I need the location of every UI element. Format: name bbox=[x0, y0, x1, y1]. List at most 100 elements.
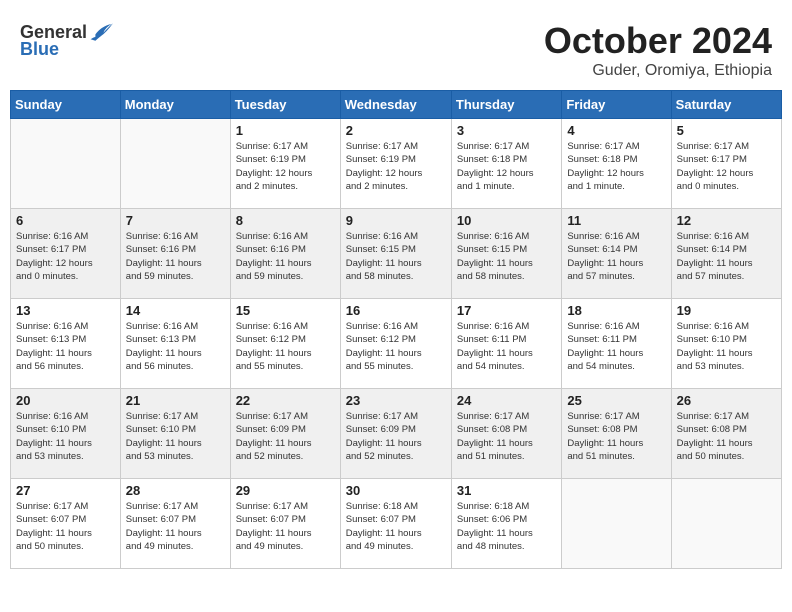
day-info: Sunrise: 6:16 AM Sunset: 6:10 PM Dayligh… bbox=[16, 410, 115, 463]
day-number: 26 bbox=[677, 393, 776, 408]
calendar-cell: 9 Sunrise: 6:16 AM Sunset: 6:15 PM Daylig… bbox=[340, 209, 451, 299]
day-number: 11 bbox=[567, 213, 665, 228]
day-number: 10 bbox=[457, 213, 556, 228]
day-info: Sunrise: 6:17 AM Sunset: 6:10 PM Dayligh… bbox=[126, 410, 225, 463]
week-row-3: 13 Sunrise: 6:16 AM Sunset: 6:13 PM Dayli… bbox=[11, 299, 782, 389]
calendar-cell bbox=[562, 479, 671, 569]
day-info: Sunrise: 6:17 AM Sunset: 6:07 PM Dayligh… bbox=[16, 500, 115, 553]
calendar-cell: 12 Sunrise: 6:16 AM Sunset: 6:14 PM Dayli… bbox=[671, 209, 781, 299]
weekday-header-monday: Monday bbox=[120, 91, 230, 119]
logo: General Blue bbox=[20, 20, 113, 60]
calendar-cell: 3Sunrise: 6:17 AM Sunset: 6:18 PM Daylig… bbox=[451, 119, 561, 209]
day-info: Sunrise: 6:16 AM Sunset: 6:17 PM Dayligh… bbox=[16, 230, 115, 283]
calendar-cell: 2Sunrise: 6:17 AM Sunset: 6:19 PM Daylig… bbox=[340, 119, 451, 209]
calendar-cell: 17 Sunrise: 6:16 AM Sunset: 6:11 PM Dayli… bbox=[451, 299, 561, 389]
calendar-cell: 11 Sunrise: 6:16 AM Sunset: 6:14 PM Dayli… bbox=[562, 209, 671, 299]
calendar-cell: 14 Sunrise: 6:16 AM Sunset: 6:13 PM Dayli… bbox=[120, 299, 230, 389]
day-info: Sunrise: 6:17 AM Sunset: 6:08 PM Dayligh… bbox=[567, 410, 665, 463]
day-info: Sunrise: 6:16 AM Sunset: 6:14 PM Dayligh… bbox=[677, 230, 776, 283]
day-number: 4 bbox=[567, 123, 665, 138]
day-info: Sunrise: 6:16 AM Sunset: 6:12 PM Dayligh… bbox=[346, 320, 446, 373]
day-info: Sunrise: 6:17 AM Sunset: 6:19 PM Dayligh… bbox=[346, 140, 446, 193]
day-number: 27 bbox=[16, 483, 115, 498]
day-info: Sunrise: 6:16 AM Sunset: 6:10 PM Dayligh… bbox=[677, 320, 776, 373]
calendar-cell: 26 Sunrise: 6:17 AM Sunset: 6:08 PM Dayli… bbox=[671, 389, 781, 479]
calendar-cell: 1 Sunrise: 6:17 AM Sunset: 6:19 PM Daylig… bbox=[230, 119, 340, 209]
day-info: Sunrise: 6:17 AM Sunset: 6:18 PM Dayligh… bbox=[567, 140, 665, 193]
day-info: Sunrise: 6:16 AM Sunset: 6:13 PM Dayligh… bbox=[126, 320, 225, 373]
day-info: Sunrise: 6:17 AM Sunset: 6:17 PM Dayligh… bbox=[677, 140, 776, 193]
day-info: Sunrise: 6:18 AM Sunset: 6:06 PM Dayligh… bbox=[457, 500, 556, 553]
calendar-cell: 30Sunrise: 6:18 AM Sunset: 6:07 PM Dayli… bbox=[340, 479, 451, 569]
day-number: 21 bbox=[126, 393, 225, 408]
calendar-cell: 16 Sunrise: 6:16 AM Sunset: 6:12 PM Dayli… bbox=[340, 299, 451, 389]
calendar-cell: 18Sunrise: 6:16 AM Sunset: 6:11 PM Dayli… bbox=[562, 299, 671, 389]
day-number: 22 bbox=[236, 393, 335, 408]
day-number: 19 bbox=[677, 303, 776, 318]
day-number: 31 bbox=[457, 483, 556, 498]
day-number: 9 bbox=[346, 213, 446, 228]
calendar-cell bbox=[120, 119, 230, 209]
weekday-header-wednesday: Wednesday bbox=[340, 91, 451, 119]
calendar-cell: 8 Sunrise: 6:16 AM Sunset: 6:16 PM Daylig… bbox=[230, 209, 340, 299]
day-info: Sunrise: 6:16 AM Sunset: 6:13 PM Dayligh… bbox=[16, 320, 115, 373]
day-number: 7 bbox=[126, 213, 225, 228]
day-number: 13 bbox=[16, 303, 115, 318]
day-info: Sunrise: 6:16 AM Sunset: 6:12 PM Dayligh… bbox=[236, 320, 335, 373]
day-number: 16 bbox=[346, 303, 446, 318]
day-info: Sunrise: 6:16 AM Sunset: 6:14 PM Dayligh… bbox=[567, 230, 665, 283]
day-info: Sunrise: 6:16 AM Sunset: 6:11 PM Dayligh… bbox=[457, 320, 556, 373]
day-info: Sunrise: 6:16 AM Sunset: 6:15 PM Dayligh… bbox=[457, 230, 556, 283]
calendar-cell: 20Sunrise: 6:16 AM Sunset: 6:10 PM Dayli… bbox=[11, 389, 121, 479]
calendar-cell: 24Sunrise: 6:17 AM Sunset: 6:08 PM Dayli… bbox=[451, 389, 561, 479]
calendar-cell: 25 Sunrise: 6:17 AM Sunset: 6:08 PM Dayli… bbox=[562, 389, 671, 479]
day-info: Sunrise: 6:17 AM Sunset: 6:07 PM Dayligh… bbox=[126, 500, 225, 553]
logo-blue-text: Blue bbox=[20, 39, 59, 60]
day-number: 17 bbox=[457, 303, 556, 318]
weekday-header-friday: Friday bbox=[562, 91, 671, 119]
calendar-cell: 5Sunrise: 6:17 AM Sunset: 6:17 PM Daylig… bbox=[671, 119, 781, 209]
week-row-4: 20Sunrise: 6:16 AM Sunset: 6:10 PM Dayli… bbox=[11, 389, 782, 479]
day-info: Sunrise: 6:17 AM Sunset: 6:19 PM Dayligh… bbox=[236, 140, 335, 193]
day-info: Sunrise: 6:16 AM Sunset: 6:16 PM Dayligh… bbox=[126, 230, 225, 283]
calendar-cell: 29 Sunrise: 6:17 AM Sunset: 6:07 PM Dayli… bbox=[230, 479, 340, 569]
calendar-cell bbox=[11, 119, 121, 209]
calendar-cell: 6 Sunrise: 6:16 AM Sunset: 6:17 PM Daylig… bbox=[11, 209, 121, 299]
day-number: 6 bbox=[16, 213, 115, 228]
day-number: 29 bbox=[236, 483, 335, 498]
calendar-cell: 27 Sunrise: 6:17 AM Sunset: 6:07 PM Dayli… bbox=[11, 479, 121, 569]
day-number: 12 bbox=[677, 213, 776, 228]
day-info: Sunrise: 6:17 AM Sunset: 6:07 PM Dayligh… bbox=[236, 500, 335, 553]
weekday-header-thursday: Thursday bbox=[451, 91, 561, 119]
day-number: 8 bbox=[236, 213, 335, 228]
calendar-cell: 7 Sunrise: 6:16 AM Sunset: 6:16 PM Daylig… bbox=[120, 209, 230, 299]
weekday-header-saturday: Saturday bbox=[671, 91, 781, 119]
week-row-5: 27 Sunrise: 6:17 AM Sunset: 6:07 PM Dayli… bbox=[11, 479, 782, 569]
logo-bird-icon bbox=[89, 20, 113, 44]
calendar-cell: 31 Sunrise: 6:18 AM Sunset: 6:06 PM Dayli… bbox=[451, 479, 561, 569]
day-info: Sunrise: 6:16 AM Sunset: 6:15 PM Dayligh… bbox=[346, 230, 446, 283]
calendar-cell: 19 Sunrise: 6:16 AM Sunset: 6:10 PM Dayli… bbox=[671, 299, 781, 389]
day-info: Sunrise: 6:17 AM Sunset: 6:09 PM Dayligh… bbox=[346, 410, 446, 463]
page-header: General Blue October 2024 Guder, Oromiya… bbox=[10, 10, 782, 85]
day-number: 18 bbox=[567, 303, 665, 318]
weekday-header-row: SundayMondayTuesdayWednesdayThursdayFrid… bbox=[11, 91, 782, 119]
week-row-2: 6 Sunrise: 6:16 AM Sunset: 6:17 PM Daylig… bbox=[11, 209, 782, 299]
day-number: 1 bbox=[236, 123, 335, 138]
calendar-cell: 15Sunrise: 6:16 AM Sunset: 6:12 PM Dayli… bbox=[230, 299, 340, 389]
day-info: Sunrise: 6:16 AM Sunset: 6:16 PM Dayligh… bbox=[236, 230, 335, 283]
day-number: 23 bbox=[346, 393, 446, 408]
day-info: Sunrise: 6:17 AM Sunset: 6:08 PM Dayligh… bbox=[457, 410, 556, 463]
weekday-header-tuesday: Tuesday bbox=[230, 91, 340, 119]
day-number: 25 bbox=[567, 393, 665, 408]
calendar-cell: 4 Sunrise: 6:17 AM Sunset: 6:18 PM Daylig… bbox=[562, 119, 671, 209]
day-number: 14 bbox=[126, 303, 225, 318]
day-number: 28 bbox=[126, 483, 225, 498]
week-row-1: 1 Sunrise: 6:17 AM Sunset: 6:19 PM Daylig… bbox=[11, 119, 782, 209]
weekday-header-sunday: Sunday bbox=[11, 91, 121, 119]
day-info: Sunrise: 6:18 AM Sunset: 6:07 PM Dayligh… bbox=[346, 500, 446, 553]
day-info: Sunrise: 6:17 AM Sunset: 6:08 PM Dayligh… bbox=[677, 410, 776, 463]
calendar-cell: 10 Sunrise: 6:16 AM Sunset: 6:15 PM Dayli… bbox=[451, 209, 561, 299]
calendar-cell: 28 Sunrise: 6:17 AM Sunset: 6:07 PM Dayli… bbox=[120, 479, 230, 569]
day-number: 3 bbox=[457, 123, 556, 138]
